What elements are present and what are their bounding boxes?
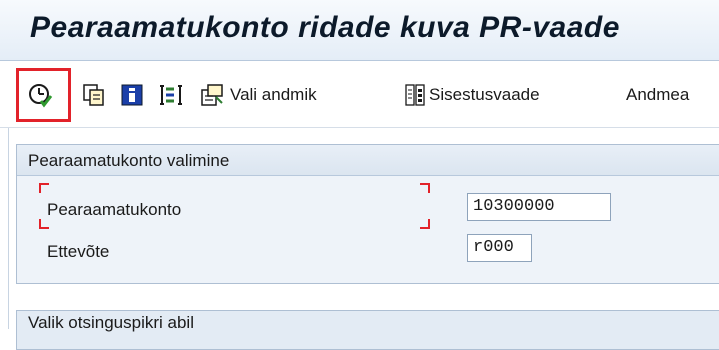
title-bar: Pearaamatukonto ridade kuva PR-vaade <box>0 0 719 61</box>
account-selection-group: Pearaamatukonto valimine Pearaamatukonto… <box>16 144 719 284</box>
gl-account-field[interactable]: 10300000 <box>467 193 611 221</box>
copy-icon <box>83 84 104 106</box>
entry-view-icon <box>405 84 425 106</box>
info-icon <box>121 84 143 106</box>
search-help-title: Valik otsinguspikri abil <box>28 313 194 332</box>
group-header: Pearaamatukonto valimine <box>17 145 719 176</box>
clock-check-icon <box>29 84 53 108</box>
entry-view-button[interactable]: Sisestusvaade <box>404 81 540 109</box>
info-button[interactable] <box>120 81 144 109</box>
company-code-field[interactable]: r000 <box>467 234 532 262</box>
selection-icon <box>160 85 182 105</box>
gl-account-label: Pearaamatukonto <box>47 200 182 219</box>
select-data-label: Vali andmik <box>230 85 317 104</box>
search-help-group: Valik otsinguspikri abil <box>16 310 719 350</box>
selection-button[interactable] <box>157 81 185 109</box>
select-data-icon <box>201 84 223 106</box>
company-code-label: Ettevõte <box>47 242 110 261</box>
execute-button[interactable] <box>27 81 53 109</box>
select-data-button[interactable]: Vali andmik <box>200 81 317 109</box>
more-button[interactable]: Andmea <box>626 81 689 109</box>
more-label: Andmea <box>626 85 690 104</box>
application-toolbar: Vali andmik Sisestusvaade Andmea <box>0 61 719 128</box>
copy-button[interactable] <box>82 81 106 109</box>
group-title: Pearaamatukonto valimine <box>28 151 230 170</box>
left-rail <box>8 128 9 329</box>
entry-view-label: Sisestusvaade <box>429 85 540 104</box>
window-title: Pearaamatukonto ridade kuva PR-vaade <box>30 11 620 44</box>
